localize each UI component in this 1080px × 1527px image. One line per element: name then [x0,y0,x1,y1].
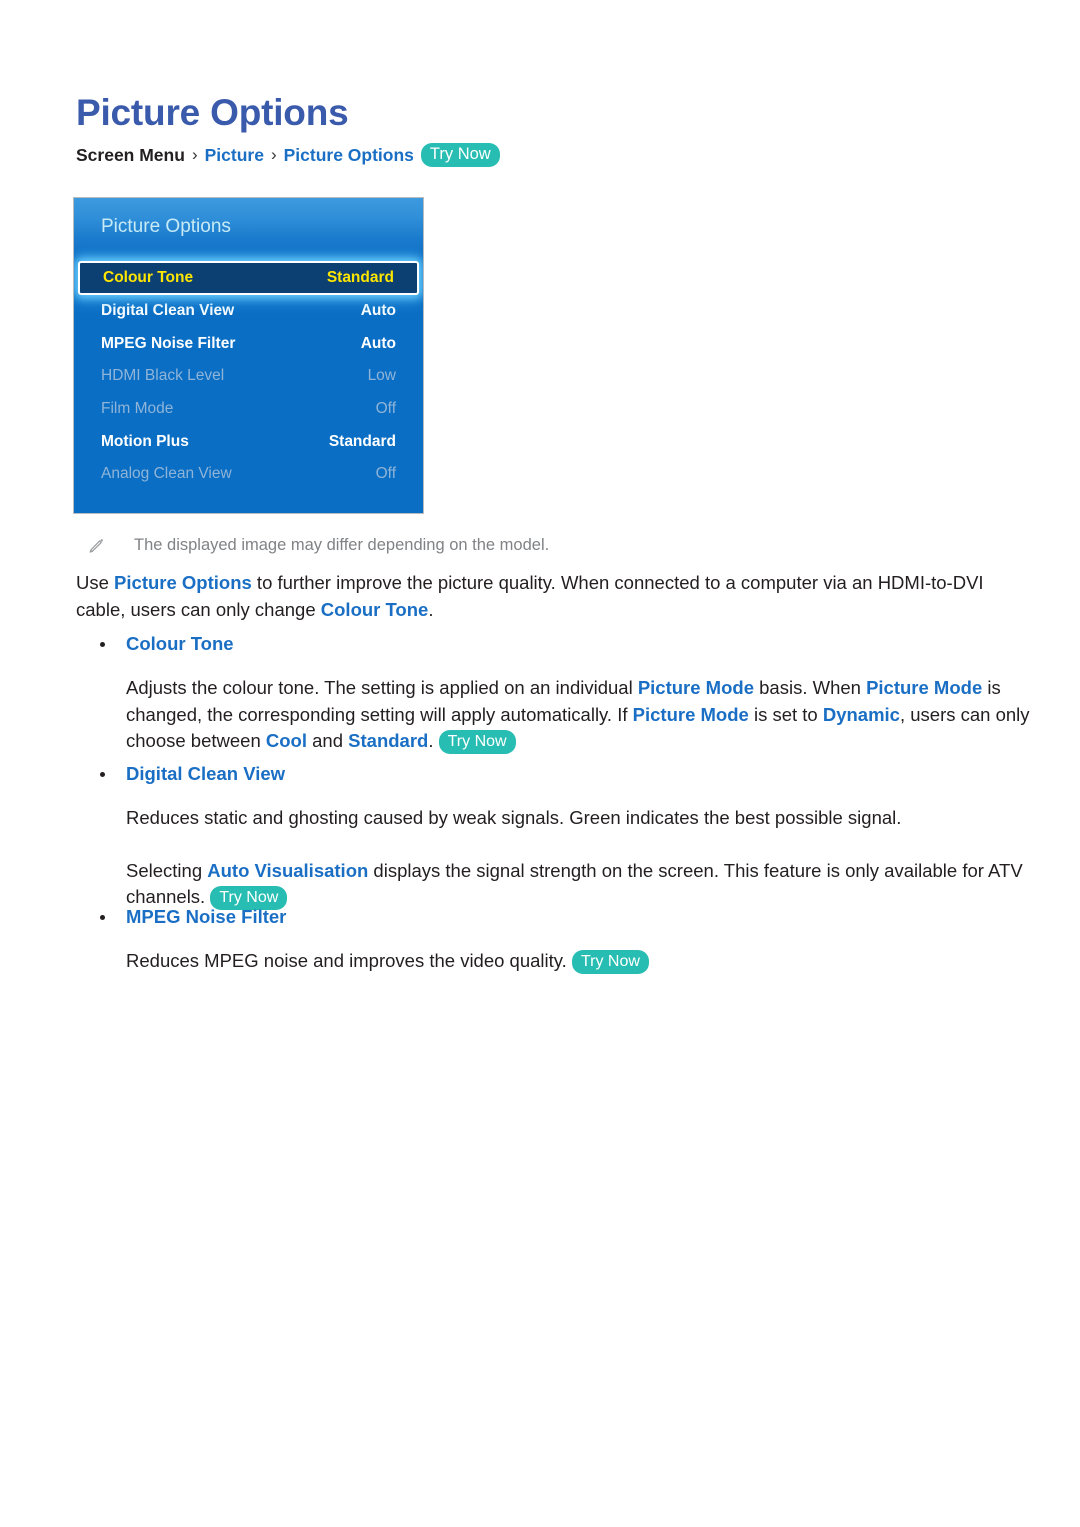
section-body: Adjusts the colour tone. The setting is … [76,675,1054,755]
text: Reduces static and ghosting caused by we… [126,807,902,828]
lead-link-colour-tone[interactable]: Colour Tone [321,599,429,620]
paragraph: Adjusts the colour tone. The setting is … [126,675,1054,755]
tv-menu-row-value: Off [375,465,396,483]
text: Reduces MPEG noise and improves the vide… [126,950,572,971]
section-heading: MPEG Noise Filter [76,904,1016,930]
link-picture-mode[interactable]: Picture Mode [638,677,754,698]
breadcrumb-level1[interactable]: Picture [205,143,264,167]
tv-menu-row-hdmi-black-level: HDMI Black Level Low [74,360,423,393]
link-standard[interactable]: Standard [348,730,428,751]
tv-menu-row-mpeg-noise-filter[interactable]: MPEG Noise Filter Auto [74,328,423,361]
tv-menu-row-value: Low [367,367,396,385]
lead-text-3: . [428,598,434,620]
text: Adjusts the colour tone. The setting is … [126,677,638,698]
tv-menu-header: Picture Options [74,198,423,257]
link-dynamic[interactable]: Dynamic [823,704,900,725]
tv-menu-row-colour-tone[interactable]: Colour Tone Standard [78,261,419,295]
tv-menu-row-label: Digital Clean View [101,302,235,320]
breadcrumb-root: Screen Menu [76,145,185,165]
tv-menu-row-value: Standard [328,432,396,450]
section-digital-clean-view: Digital Clean View Reduces static and gh… [76,761,1023,911]
note-line: The displayed image may differ depending… [88,534,549,556]
text: Selecting [126,859,208,881]
page-title: Picture Options [76,91,349,133]
tv-menu-row-label: MPEG Noise Filter [101,334,236,352]
try-now-badge[interactable]: Try Now [571,950,649,974]
tv-menu-row-label: Film Mode [101,400,174,418]
section-mpeg-noise-filter: MPEG Noise Filter Reduces MPEG noise and… [76,904,1016,975]
section-heading: Digital Clean View [76,761,1016,787]
breadcrumb: Screen Menu › Picture › Picture Options … [76,143,500,167]
tv-menu-row-value: Standard [326,269,394,286]
tv-menu-row-film-mode: Film Mode Off [74,393,423,426]
note-text: The displayed image may differ depending… [134,536,550,554]
lead-text-1: Use [76,572,115,593]
lead-link-picture-options[interactable]: Picture Options [114,572,252,593]
tv-menu-row-digital-clean-view[interactable]: Digital Clean View Auto [74,295,423,328]
tv-menu-panel: Picture Options Colour Tone Standard Dig… [73,197,424,514]
text: and [307,730,349,751]
lead-paragraph: Use Picture Options to further improve t… [76,570,1004,623]
tv-menu-row-value: Auto [360,334,396,352]
tv-menu-row-label: HDMI Black Level [101,367,225,385]
pencil-icon [89,539,104,553]
tv-menu-row-value: Auto [360,302,396,320]
tv-menu-row-label: Colour Tone [103,269,194,286]
link-auto-visualisation[interactable]: Auto Visualisation [207,860,368,881]
chevron-right-icon: › [191,145,198,164]
tv-menu-row-label: Motion Plus [101,432,189,450]
text: basis. When [754,677,867,698]
text: is set to [748,703,823,725]
tv-menu-list: Colour Tone Standard Digital Clean View … [74,257,423,513]
try-now-badge[interactable]: Try Now [438,730,516,754]
section-heading: Colour Tone [76,631,1016,657]
section-body: Reduces static and ghosting caused by we… [76,805,1054,911]
tv-menu-row-label: Analog Clean View [101,465,232,483]
breadcrumb-level2[interactable]: Picture Options [284,143,414,167]
try-now-badge[interactable]: Try Now [420,143,500,167]
chevron-right-icon: › [270,145,277,164]
document-page: Picture Options Screen Menu › Picture › … [0,0,1080,1527]
link-picture-mode[interactable]: Picture Mode [633,704,749,725]
section-colour-tone: Colour Tone Adjusts the colour tone. The… [76,631,1030,755]
paragraph: Selecting Auto Visualisation displays th… [126,858,1054,911]
link-cool[interactable]: Cool [266,730,307,751]
tv-menu-row-value: Off [375,400,396,418]
section-body: Reduces MPEG noise and improves the vide… [76,948,1054,975]
paragraph: Reduces static and ghosting caused by we… [126,805,1054,832]
paragraph: Reduces MPEG noise and improves the vide… [126,948,1054,975]
tv-menu-row-analog-clean-view: Analog Clean View Off [74,458,423,491]
link-picture-mode[interactable]: Picture Mode [866,677,982,698]
tv-menu-title: Picture Options [101,216,231,237]
tv-menu-row-motion-plus[interactable]: Motion Plus Standard [74,425,423,458]
text: . [428,730,439,751]
